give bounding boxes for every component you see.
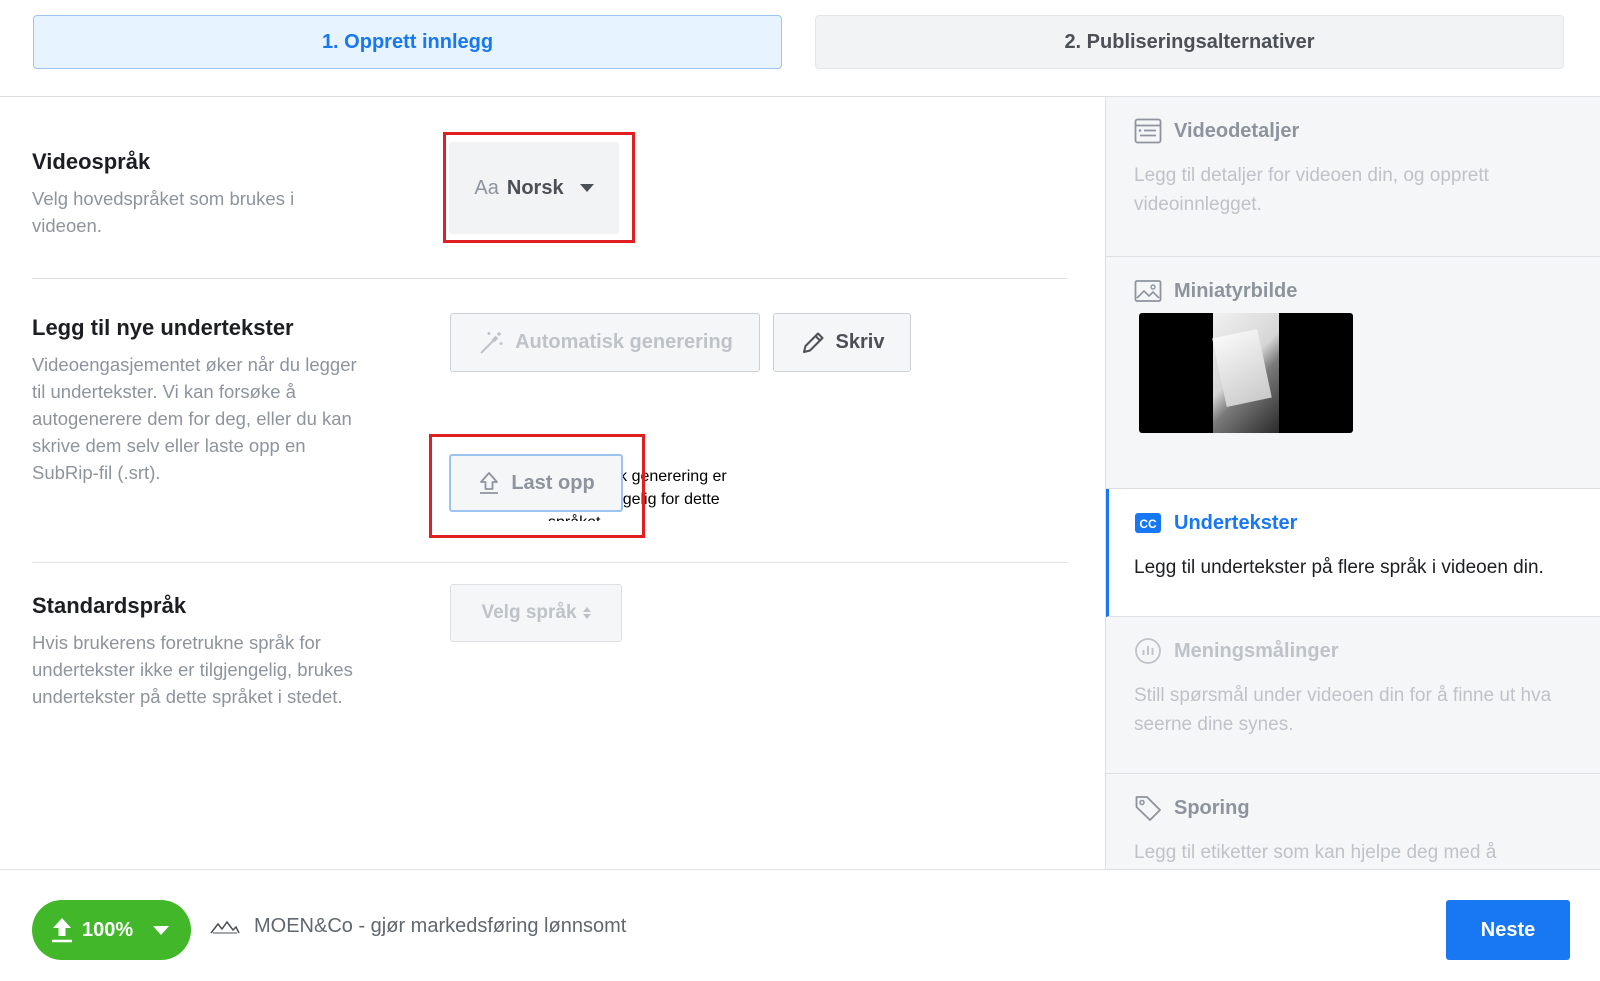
sidebar-item-video-details[interactable]: Videodetaljer Legg til detaljer for vide… (1106, 97, 1600, 257)
default-language-select[interactable]: Velg språk (450, 584, 622, 642)
image-icon (1134, 277, 1162, 305)
auto-generate-button[interactable]: Automatisk generering (450, 313, 760, 372)
divider (32, 278, 1067, 279)
next-button[interactable]: Neste (1446, 900, 1570, 960)
chevron-down-icon (153, 925, 170, 935)
default-language-placeholder: Velg språk (481, 602, 577, 623)
tab-publishing-options[interactable]: 2. Publiseringsalternativer (815, 15, 1564, 69)
video-language-description: Velg hovedspråket som brukes i videoen. (32, 188, 295, 236)
auto-generate-label: Automatisk generering (515, 331, 733, 353)
write-button[interactable]: Skriv (773, 313, 911, 372)
sidebar: Videodetaljer Legg til detaljer for vide… (1105, 97, 1600, 869)
tab-create-post[interactable]: 1. Opprett innlegg (33, 15, 782, 69)
thumbnail-title: Miniatyrbilde (1174, 279, 1298, 302)
footer: 100% MOEN&Co - gjør markedsføring lønnso… (0, 869, 1600, 981)
poll-icon (1134, 637, 1162, 665)
pencil-icon (800, 330, 826, 356)
magic-wand-icon (477, 329, 505, 357)
default-language-description: Hvis brukerens foretrukne språk for unde… (32, 632, 353, 707)
polls-description: Still spørsmål under videoen din for å f… (1134, 685, 1552, 735)
polls-title: Meningsmålinger (1174, 639, 1339, 662)
tag-icon (1134, 794, 1162, 822)
svg-text:CC: CC (1139, 517, 1157, 531)
highlight-box-language (443, 132, 635, 243)
write-label: Skriv (835, 331, 885, 353)
page-identity: MOEN&Co - gjør markedsføring lønnsomt (210, 915, 626, 938)
tracking-title: Sporing (1174, 796, 1250, 819)
step-tabs: 1. Opprett innlegg 2. Publiseringsaltern… (0, 0, 1600, 97)
video-thumbnail[interactable] (1139, 313, 1353, 433)
divider (32, 562, 1067, 563)
sidebar-item-polls[interactable]: Meningsmålinger Still spørsmål under vid… (1106, 617, 1600, 774)
sidebar-item-tracking[interactable]: Sporing Legg til etiketter som kan hjelp… (1106, 774, 1600, 869)
upload-arrow-icon (50, 916, 74, 944)
add-subtitles-description: Videoengasjementet øker når du legger ti… (32, 354, 357, 483)
sort-arrows-icon (582, 607, 591, 619)
page-logo-icon (210, 919, 240, 935)
page-name-label: MOEN&Co - gjør markedsføring lønnsomt (254, 915, 627, 937)
upload-progress-button[interactable]: 100% (32, 900, 191, 960)
video-details-icon (1134, 117, 1162, 145)
subtitles-title: Undertekster (1174, 511, 1298, 534)
sidebar-item-thumbnail[interactable]: Miniatyrbilde (1106, 257, 1600, 489)
highlight-box-upload (429, 434, 645, 538)
video-details-title: Videodetaljer (1174, 119, 1300, 142)
upload-progress-value: 100% (82, 918, 134, 941)
main-content: Videospråk Velg hovedspråket som brukes … (0, 97, 1100, 869)
video-details-description: Legg til detaljer for videoen din, og op… (1134, 165, 1489, 215)
sidebar-item-subtitles[interactable]: CC Undertekster Legg til undertekster på… (1106, 489, 1600, 617)
subtitles-description: Legg til undertekster på flere språk i v… (1134, 557, 1544, 578)
closed-captions-icon: CC (1134, 509, 1162, 537)
tracking-description: Legg til etiketter som kan hjelpe deg me… (1134, 842, 1497, 863)
